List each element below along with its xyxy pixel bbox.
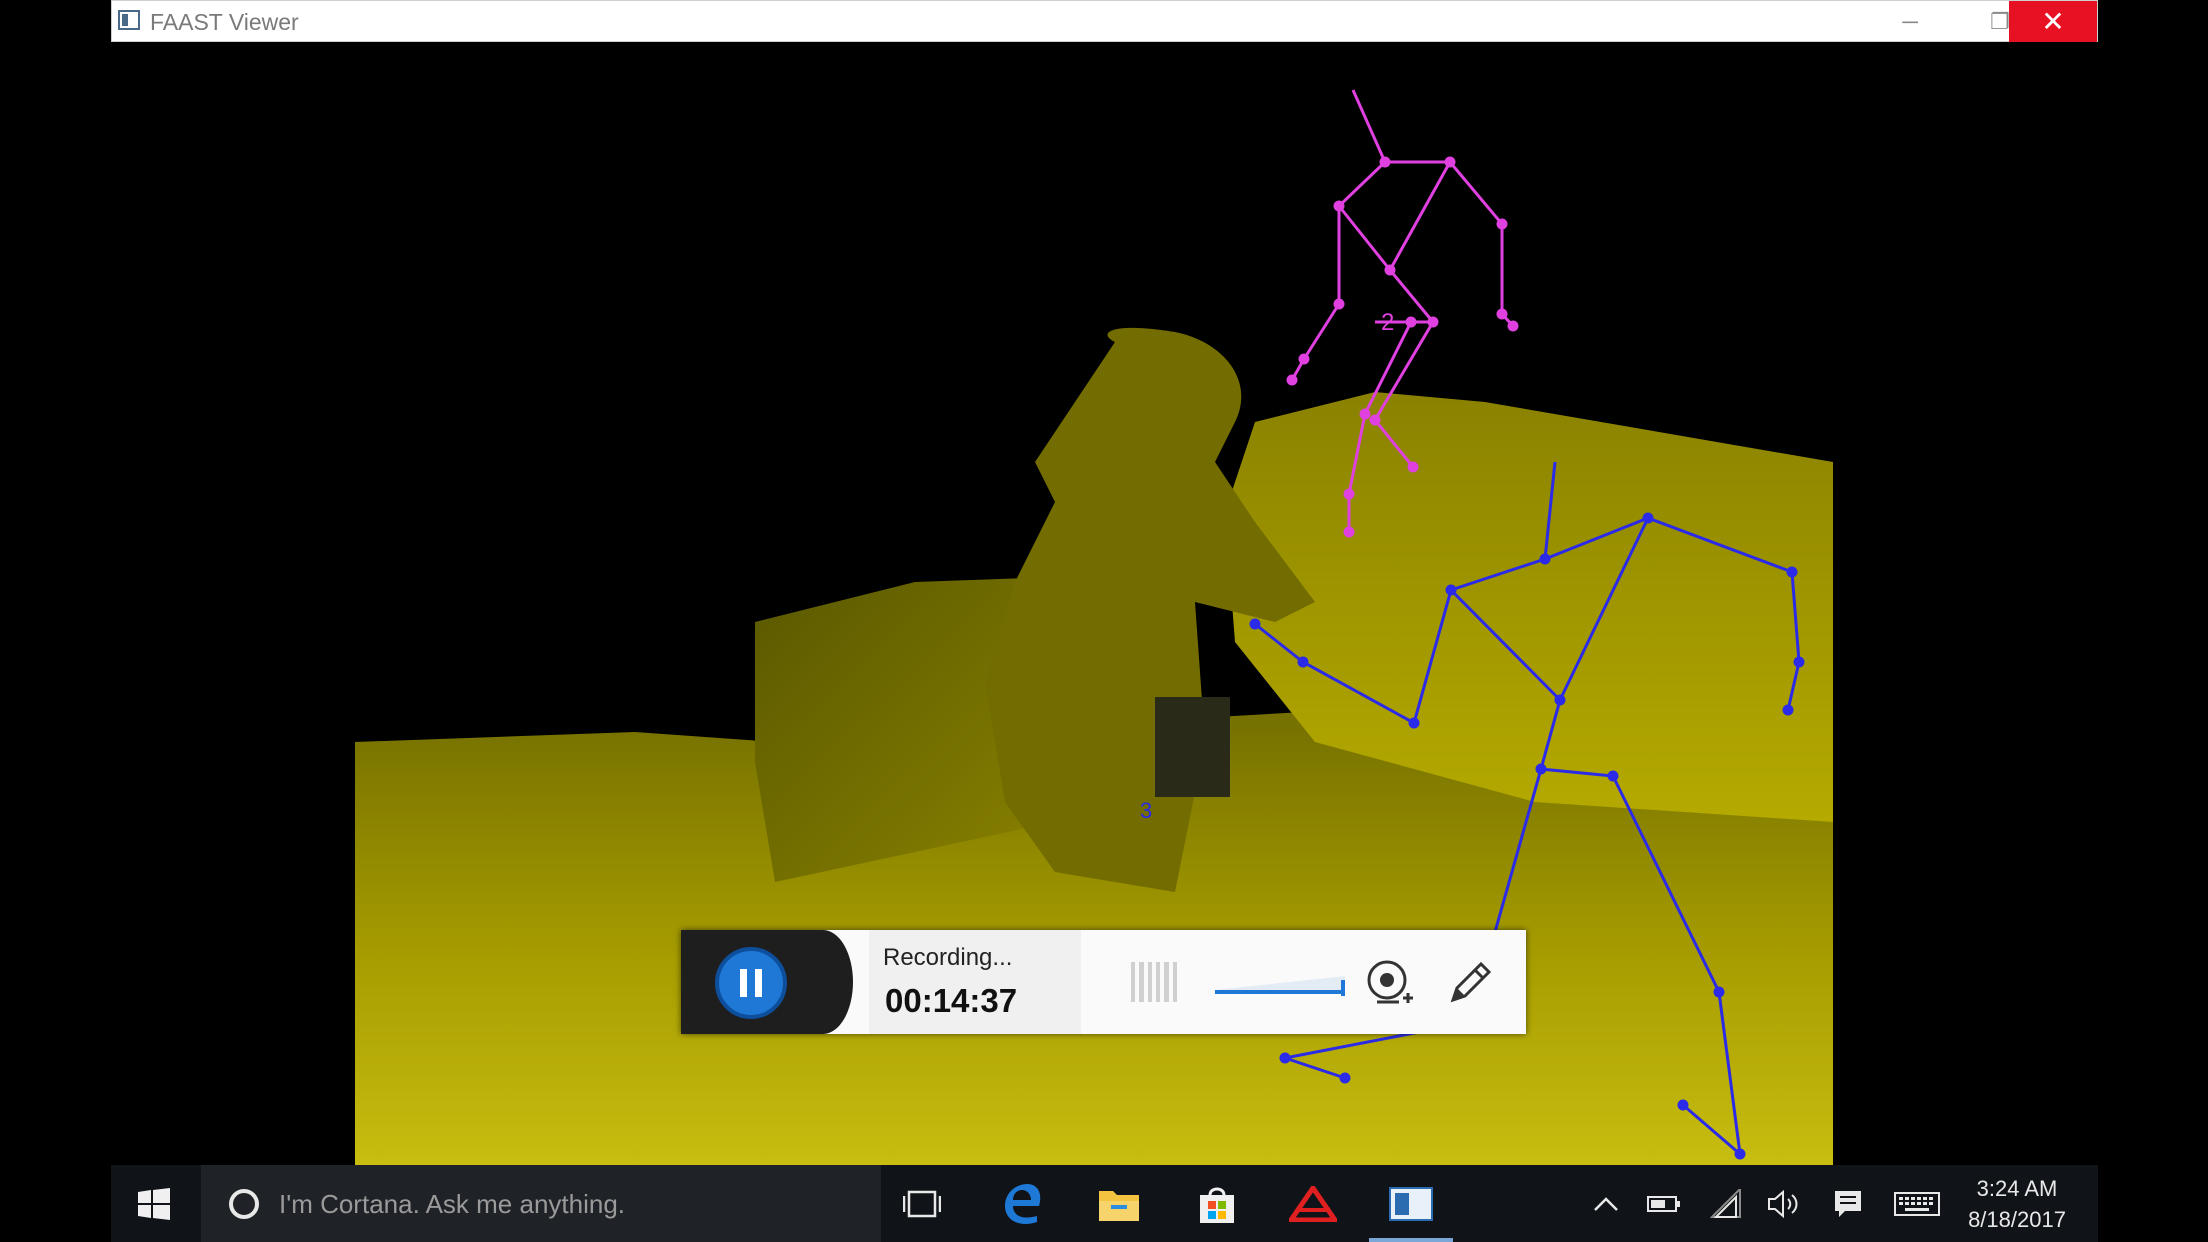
recording-info: Recording... 00:14:37 xyxy=(869,930,1081,1034)
pause-icon-bar xyxy=(755,969,762,997)
recording-timer: 00:14:37 xyxy=(885,982,1018,1019)
battery-icon[interactable] xyxy=(1639,1165,1689,1242)
faast-viewer-icon[interactable] xyxy=(1369,1165,1453,1242)
keyboard-icon[interactable] xyxy=(1887,1165,1947,1242)
close-button[interactable]: ✕ xyxy=(2009,1,2097,42)
notification-icon[interactable] xyxy=(1823,1165,1873,1242)
pause-button[interactable] xyxy=(715,947,787,1019)
pause-icon xyxy=(740,969,747,997)
cortana-placeholder: I'm Cortana. Ask me anything. xyxy=(279,1189,626,1219)
audio-level-meter xyxy=(1131,962,1177,1002)
app-icon xyxy=(118,10,140,30)
skeleton-label-2: 2 xyxy=(1381,309,1394,336)
window-title: FAAST Viewer xyxy=(150,9,299,35)
cortana-search-box[interactable]: I'm Cortana. Ask me anything. xyxy=(201,1165,881,1242)
volume-icon[interactable] xyxy=(1759,1165,1809,1242)
pen-icon[interactable] xyxy=(1445,958,1495,1008)
wifi-icon[interactable] xyxy=(1701,1165,1751,1242)
clock-date: 8/18/2017 xyxy=(1968,1207,2066,1232)
taskbar-clock[interactable]: 3:24 AM 8/18/2017 xyxy=(1957,1173,2077,1235)
recording-status: Recording... xyxy=(883,944,1013,971)
store-icon[interactable] xyxy=(1177,1165,1257,1242)
taskbar: I'm Cortana. Ask me anything. 3:24 AM 8/… xyxy=(111,1165,2098,1242)
chevron-up-icon[interactable] xyxy=(1581,1165,1631,1242)
windows-logo-icon xyxy=(138,1187,170,1220)
task-view-icon[interactable] xyxy=(891,1165,953,1242)
autodesk-icon[interactable] xyxy=(1273,1165,1353,1242)
cortana-icon xyxy=(229,1189,259,1219)
depth-object xyxy=(1155,697,1230,797)
active-app-indicator xyxy=(1369,1238,1453,1242)
volume-slider[interactable] xyxy=(1215,968,1345,998)
clock-time: 3:24 AM xyxy=(1976,1176,2058,1201)
recording-toolbar: Recording... 00:14:37 xyxy=(681,930,1526,1034)
webcam-add-icon[interactable] xyxy=(1365,958,1415,1008)
skeleton-label-3: 3 xyxy=(1140,798,1152,823)
edge-icon[interactable] xyxy=(983,1165,1063,1242)
file-explorer-icon[interactable] xyxy=(1079,1165,1159,1242)
window-titlebar: FAAST Viewer ─ ❐ ✕ xyxy=(111,0,2098,42)
start-button[interactable] xyxy=(111,1165,197,1242)
minimize-button[interactable]: ─ xyxy=(1867,1,1953,42)
